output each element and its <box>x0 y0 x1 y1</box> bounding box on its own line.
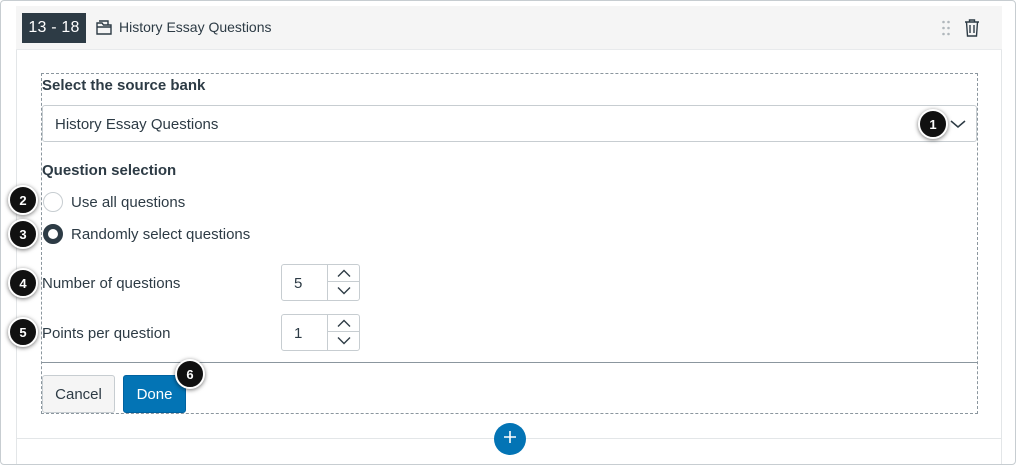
trash-icon[interactable] <box>964 18 980 38</box>
callout-marker-1: 1 <box>918 109 948 139</box>
callout-marker-6: 6 <box>175 359 205 389</box>
screenshot-frame: 13 - 18 History Essay Questions Select t… <box>0 0 1016 465</box>
number-of-questions-input[interactable]: 5 <box>281 264 360 301</box>
decrement-button[interactable] <box>328 332 359 349</box>
increment-button[interactable] <box>328 315 359 332</box>
question-range-badge: 13 - 18 <box>22 13 86 43</box>
question-selection-label: Question selection <box>42 162 177 179</box>
source-bank-select[interactable]: History Essay Questions <box>42 105 977 142</box>
points-per-question-value[interactable]: 1 <box>294 325 302 342</box>
question-group-header: 13 - 18 History Essay Questions <box>16 6 1002 50</box>
randomly-select-questions-radio[interactable] <box>43 224 63 244</box>
source-bank-label: Select the source bank <box>42 77 206 94</box>
callout-marker-4: 4 <box>8 268 38 298</box>
question-group-title: History Essay Questions <box>119 19 272 35</box>
add-question-button[interactable] <box>494 423 526 455</box>
decrement-button[interactable] <box>328 282 359 299</box>
callout-marker-5: 5 <box>8 317 38 347</box>
source-bank-selected-value: History Essay Questions <box>55 116 219 133</box>
cancel-button[interactable]: Cancel <box>42 375 115 413</box>
callout-marker-3: 3 <box>8 219 38 249</box>
increment-button[interactable] <box>328 265 359 282</box>
use-all-questions-label[interactable]: Use all questions <box>71 194 185 211</box>
callout-marker-2: 2 <box>8 185 38 215</box>
points-per-question-label: Points per question <box>42 325 171 342</box>
points-per-question-stepper <box>327 315 359 350</box>
plus-icon <box>503 430 517 449</box>
use-all-questions-radio[interactable] <box>43 192 63 212</box>
drag-handle-icon[interactable] <box>941 19 951 37</box>
number-of-questions-stepper <box>327 265 359 300</box>
question-bank-icon <box>95 19 113 37</box>
number-of-questions-value[interactable]: 5 <box>294 275 302 292</box>
randomly-select-questions-label[interactable]: Randomly select questions <box>71 226 250 243</box>
chevron-down-icon[interactable] <box>950 117 966 131</box>
points-per-question-input[interactable]: 1 <box>281 314 360 351</box>
number-of-questions-label: Number of questions <box>42 275 181 292</box>
